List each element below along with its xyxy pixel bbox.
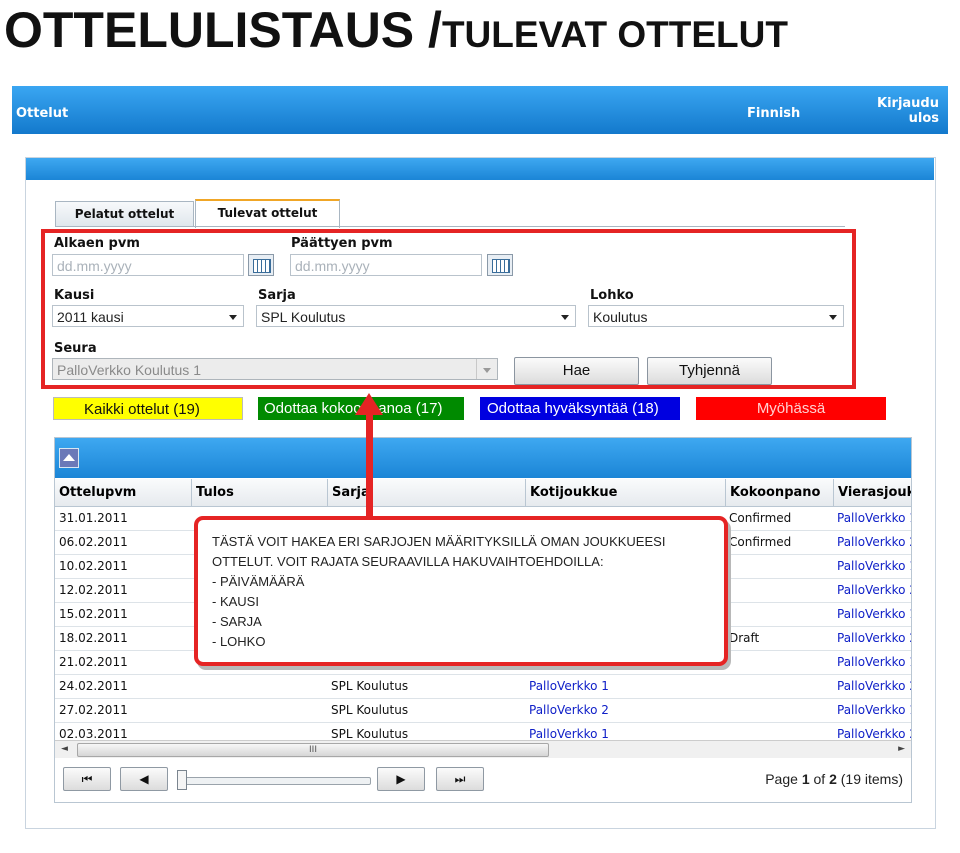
- cell-home[interactable]: PalloVerkko 2: [529, 699, 609, 722]
- page-slider[interactable]: [177, 777, 371, 785]
- page-info-items: (19 items): [836, 771, 903, 787]
- cell-lineup: Draft: [729, 631, 760, 645]
- cell-date: 12.02.2011: [59, 583, 128, 597]
- previous-page-button[interactable]: ◀: [120, 767, 168, 791]
- collapse-icon[interactable]: [59, 448, 79, 468]
- cell-date: 27.02.2011: [59, 703, 128, 717]
- cell-away[interactable]: PalloVerkko 1: [837, 555, 911, 578]
- current-page: 1: [801, 771, 810, 787]
- page-title: OTTELULISTAUS /TULEVAT OTTELUT: [4, 0, 960, 60]
- grid-toolbar: [55, 438, 911, 478]
- cell-home[interactable]: PalloVerkko 1: [529, 675, 609, 698]
- cell-away[interactable]: PalloVerkko 1: [837, 699, 911, 722]
- cell-date: 06.02.2011: [59, 535, 128, 549]
- column-header-date[interactable]: Ottelupvm: [55, 479, 191, 506]
- page-info-prefix: Page: [765, 771, 802, 787]
- table-row[interactable]: 27.02.2011 SPL Koulutus PalloVerkko 2 Pallo…: [55, 699, 911, 723]
- tab-divider: [55, 226, 845, 227]
- instruction-callout: TÄSTÄ VOIT HAKEA ERI SARJOJEN MÄÄRITYKSI…: [194, 516, 728, 666]
- page-title-sub: TULEVAT OTTELUT: [441, 14, 788, 55]
- cell-lineup: Confirmed: [729, 511, 792, 525]
- page-slider-thumb[interactable]: [177, 770, 187, 790]
- column-header-result[interactable]: Tulos: [191, 479, 327, 506]
- cell-away[interactable]: PalloVerkko 2: [837, 579, 911, 602]
- total-pages: 2: [829, 771, 837, 787]
- grid-header: Ottelupvm Tulos Sarja Kotijoukkue Kokoon…: [55, 479, 911, 507]
- cell-away[interactable]: PalloVerkko 1: [837, 507, 911, 530]
- cell-date: 31.01.2011: [59, 511, 128, 525]
- cell-lineup: Confirmed: [729, 535, 792, 549]
- column-header-series[interactable]: Sarja: [327, 479, 525, 506]
- table-row[interactable]: 24.02.2011 SPL Koulutus PalloVerkko 1 Pallo…: [55, 675, 911, 699]
- column-header-lineup[interactable]: Kokoonpano: [725, 479, 833, 506]
- scroll-thumb[interactable]: III: [77, 743, 549, 757]
- cell-date: 18.02.2011: [59, 631, 128, 645]
- cell-date: 15.02.2011: [59, 607, 128, 621]
- cell-date: 21.02.2011: [59, 655, 128, 669]
- nav-link-ottelut[interactable]: Ottelut: [16, 106, 68, 121]
- callout-arrow-head: [355, 393, 383, 415]
- column-header-away[interactable]: Vierasjoukkue: [833, 479, 911, 506]
- callout-arrow: [366, 412, 373, 518]
- cell-series: SPL Koulutus: [331, 703, 409, 717]
- horizontal-scrollbar[interactable]: ◄ III ►: [55, 740, 911, 758]
- scroll-right-icon[interactable]: ►: [898, 744, 905, 754]
- scroll-left-icon[interactable]: ◄: [61, 744, 68, 754]
- cell-date: 24.02.2011: [59, 679, 128, 693]
- filter-late[interactable]: Myöhässä: [696, 397, 886, 420]
- tab-upcoming-matches[interactable]: Tulevat ottelut: [195, 199, 340, 228]
- last-page-button[interactable]: ⏭: [436, 767, 484, 791]
- column-header-home[interactable]: Kotijoukkue: [525, 479, 725, 506]
- cell-series: SPL Koulutus: [331, 679, 409, 693]
- next-page-button[interactable]: ▶: [377, 767, 425, 791]
- filter-all-matches[interactable]: Kaikki ottelut (19): [53, 397, 243, 420]
- callout-text: TÄSTÄ VOIT HAKEA ERI SARJOJEN MÄÄRITYKSI…: [212, 534, 666, 649]
- language-selector[interactable]: Finnish: [747, 106, 800, 121]
- cell-date: 10.02.2011: [59, 559, 128, 573]
- cell-away[interactable]: PalloVerkko 2: [837, 531, 911, 554]
- cell-away[interactable]: PalloVerkko 1: [837, 603, 911, 626]
- page-title-main: OTTELULISTAUS /: [4, 2, 442, 58]
- cell-away[interactable]: PalloVerkko 2: [837, 675, 911, 698]
- cell-away[interactable]: PalloVerkko 1: [837, 651, 911, 674]
- search-filters-highlight: [41, 229, 856, 389]
- tab-played-matches[interactable]: Pelatut ottelut: [55, 201, 194, 227]
- top-navigation-bar: Ottelut Finnish Kirjaudu ulos: [12, 86, 948, 134]
- grid-pager: ⏮ ◀ ▶ ⏭ Page 1 of 2 (19 items): [55, 758, 911, 802]
- first-page-button[interactable]: ⏮: [63, 767, 111, 791]
- logout-link[interactable]: Kirjaudu ulos: [857, 96, 939, 126]
- filter-awaiting-approval[interactable]: Odottaa hyväksyntää (18): [480, 397, 680, 420]
- panel-header-bar: [26, 158, 934, 180]
- page-info-of: of: [809, 771, 830, 787]
- page-info: Page 1 of 2 (19 items): [765, 771, 903, 787]
- cell-away[interactable]: PalloVerkko 2: [837, 627, 911, 650]
